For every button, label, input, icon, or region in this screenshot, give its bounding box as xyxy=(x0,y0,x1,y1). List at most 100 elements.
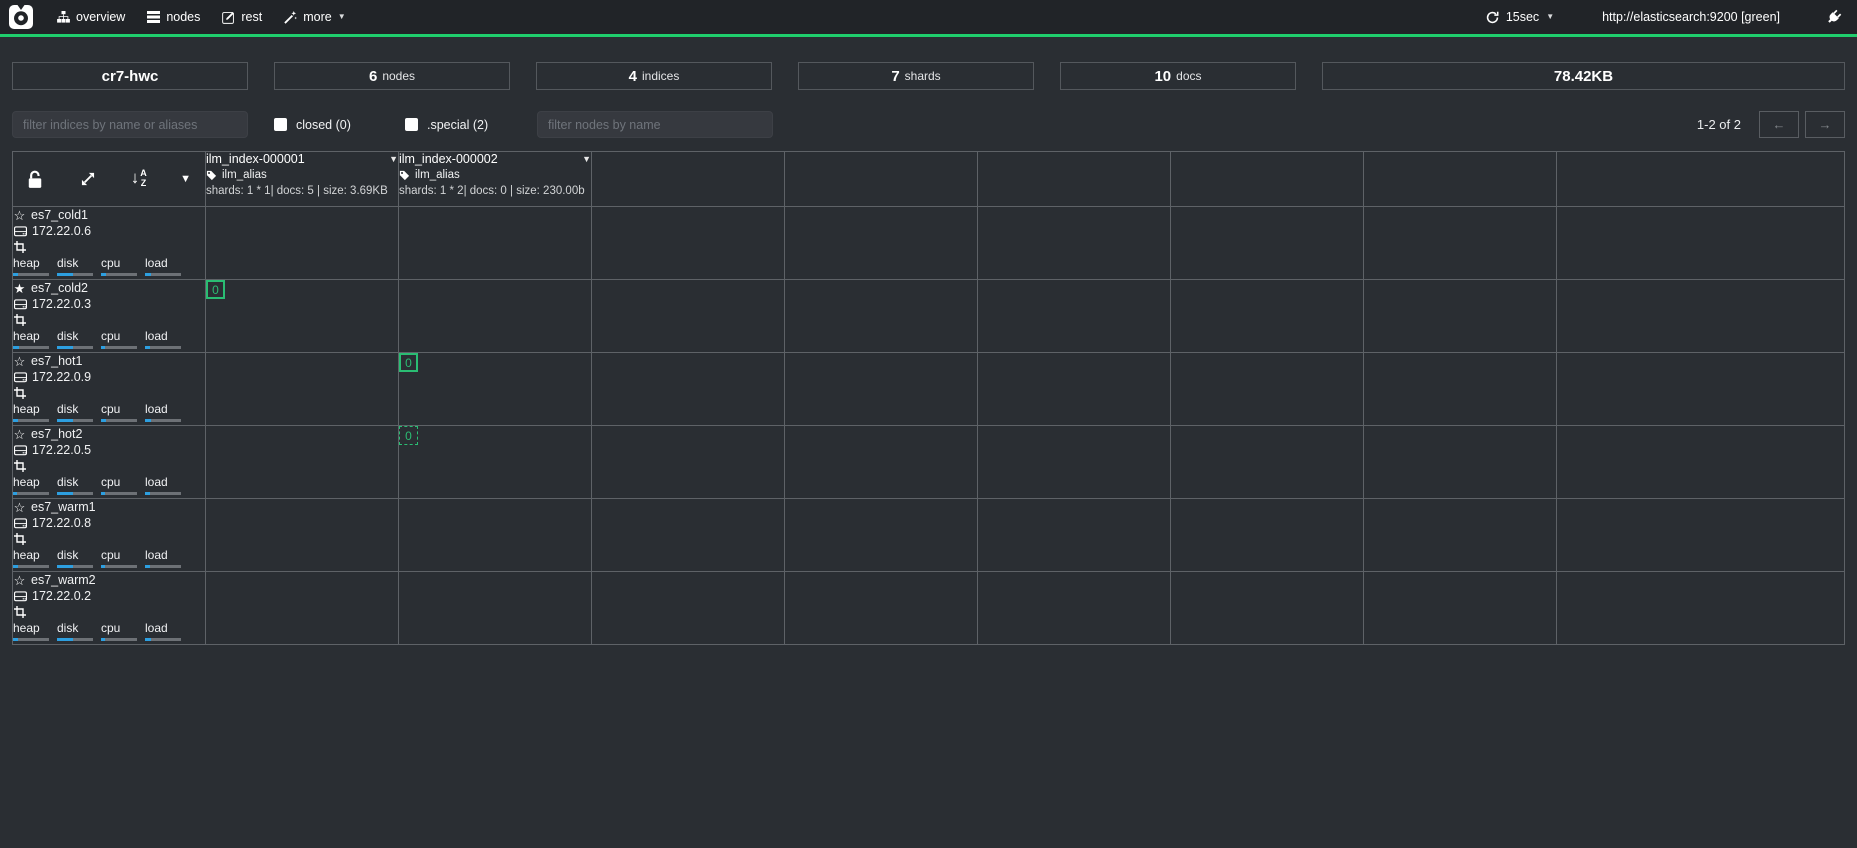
hdd-icon xyxy=(13,445,27,456)
empty-index-header xyxy=(1171,152,1364,207)
metric-disk: disk xyxy=(57,476,101,495)
index-name[interactable]: ilm_index-000002 xyxy=(399,152,498,166)
node-metrics: heapdiskcpuload xyxy=(13,330,205,349)
grid-menu-caret-icon[interactable]: ▼ xyxy=(180,173,191,185)
empty-index-header xyxy=(592,152,785,207)
node-ip-line: 172.22.0.9 xyxy=(13,369,205,385)
closed-indices-toggle[interactable]: closed (0) xyxy=(274,118,405,132)
nav-more[interactable]: more ▼ xyxy=(273,10,356,24)
filter-indices-input[interactable] xyxy=(12,111,248,138)
metric-track-heap xyxy=(13,638,49,641)
node-name[interactable]: es7_hot2 xyxy=(31,427,82,441)
grid-cell xyxy=(1557,207,1845,280)
node-name[interactable]: es7_hot1 xyxy=(31,354,82,368)
metric-fill-disk xyxy=(57,273,73,276)
node-flags-line xyxy=(13,385,205,401)
disconnect-plug-icon[interactable] xyxy=(1826,10,1841,25)
nav-nodes[interactable]: nodes xyxy=(136,10,211,24)
grid-cell xyxy=(206,499,399,572)
prev-page-button[interactable]: ← xyxy=(1759,111,1799,138)
metric-track-cpu xyxy=(101,565,137,568)
metric-label-heap: heap xyxy=(13,476,57,490)
index-menu-caret-icon[interactable]: ▼ xyxy=(389,154,398,164)
nav-rest[interactable]: rest xyxy=(211,10,273,24)
metric-fill-cpu xyxy=(101,638,105,641)
grid-cell xyxy=(1364,426,1557,499)
grid-cell xyxy=(1171,353,1364,426)
expand-arrows-icon[interactable] xyxy=(79,170,97,188)
grid-cell xyxy=(1557,280,1845,353)
grid-cell xyxy=(1364,280,1557,353)
empty-index-header xyxy=(1364,152,1557,207)
grid-cell xyxy=(1364,207,1557,280)
index-title-row: ilm_index-000001 ▼ xyxy=(206,152,398,166)
metric-label-heap: heap xyxy=(13,403,57,417)
refresh-interval-dropdown[interactable]: 15sec ▼ xyxy=(1486,10,1554,24)
metric-track-heap xyxy=(13,419,49,422)
grid-cell: 0 xyxy=(206,280,399,353)
metric-track-heap xyxy=(13,273,49,276)
arrow-left-icon: ← xyxy=(1773,117,1786,132)
grid-cell xyxy=(399,207,592,280)
node-ip-line: 172.22.0.8 xyxy=(13,515,205,531)
metric-heap: heap xyxy=(13,476,57,495)
grid-header-row: ↓ A Z ▼ ilm_index-000001▼ilm_aliasshards… xyxy=(13,152,1845,207)
nav-overview[interactable]: overview xyxy=(46,10,136,24)
grid-cell xyxy=(1364,499,1557,572)
node-name[interactable]: es7_cold2 xyxy=(31,281,88,295)
node-ip: 172.22.0.8 xyxy=(32,516,91,530)
node-name[interactable]: es7_warm1 xyxy=(31,500,96,514)
node-flags-line xyxy=(13,458,205,474)
next-page-button[interactable]: → xyxy=(1805,111,1845,138)
crop-icon xyxy=(13,606,27,618)
connection-url: http://elasticsearch:9200 [green] xyxy=(1602,10,1780,24)
cerebro-logo-icon[interactable] xyxy=(8,4,34,30)
index-alias: ilm_alias xyxy=(206,169,398,181)
metric-label-disk: disk xyxy=(57,257,101,271)
node-cell-es7_cold2: ★es7_cold2172.22.0.3heapdiskcpuload xyxy=(13,280,206,353)
unlock-icon[interactable] xyxy=(27,170,46,189)
replica-shard-box[interactable]: 0 xyxy=(399,426,418,445)
shards-count: 7 xyxy=(891,68,899,85)
grid-cell xyxy=(785,353,978,426)
metric-label-load: load xyxy=(145,476,189,490)
metric-track-disk xyxy=(57,419,93,422)
empty-index-header xyxy=(1557,152,1845,207)
index-menu-caret-icon[interactable]: ▼ xyxy=(582,154,591,164)
total-size-box: 78.42KB xyxy=(1322,62,1845,90)
grid-cell xyxy=(978,207,1171,280)
metric-fill-disk xyxy=(57,346,73,349)
index-name[interactable]: ilm_index-000001 xyxy=(206,152,305,166)
metric-fill-cpu xyxy=(101,346,105,349)
metric-label-heap: heap xyxy=(13,257,57,271)
metric-track-disk xyxy=(57,565,93,568)
metric-heap: heap xyxy=(13,549,57,568)
closed-checkbox[interactable] xyxy=(274,118,287,131)
metric-track-load xyxy=(145,273,181,276)
grid-cell xyxy=(399,280,592,353)
pagination-range: 1-2 of 2 xyxy=(1697,117,1741,132)
empty-index-header xyxy=(978,152,1171,207)
grid-cell xyxy=(785,426,978,499)
grid-cell xyxy=(592,353,785,426)
filter-nodes-input[interactable] xyxy=(537,111,773,138)
empty-index-header xyxy=(785,152,978,207)
special-checkbox[interactable] xyxy=(405,118,418,131)
sort-alpha-icon[interactable]: ↓ A Z xyxy=(131,169,147,189)
metric-label-disk: disk xyxy=(57,549,101,563)
node-name[interactable]: es7_warm2 xyxy=(31,573,96,587)
cluster-stats-row: cr7-hwc 6 nodes 4 indices 7 shards 10 do… xyxy=(12,62,1845,90)
metric-load: load xyxy=(145,403,189,422)
node-flags-line xyxy=(13,531,205,547)
special-indices-toggle[interactable]: .special (2) xyxy=(405,118,537,132)
node-name[interactable]: es7_cold1 xyxy=(31,208,88,222)
metric-track-load xyxy=(145,346,181,349)
primary-shard-box[interactable]: 0 xyxy=(399,353,418,372)
node-cell-es7_warm2: ☆es7_warm2172.22.0.2heapdiskcpuload xyxy=(13,572,206,645)
metric-fill-heap xyxy=(13,638,18,641)
grid-cell xyxy=(1557,353,1845,426)
metric-fill-disk xyxy=(57,419,73,422)
grid-cell xyxy=(785,280,978,353)
metric-fill-load xyxy=(145,565,150,568)
primary-shard-box[interactable]: 0 xyxy=(206,280,225,299)
